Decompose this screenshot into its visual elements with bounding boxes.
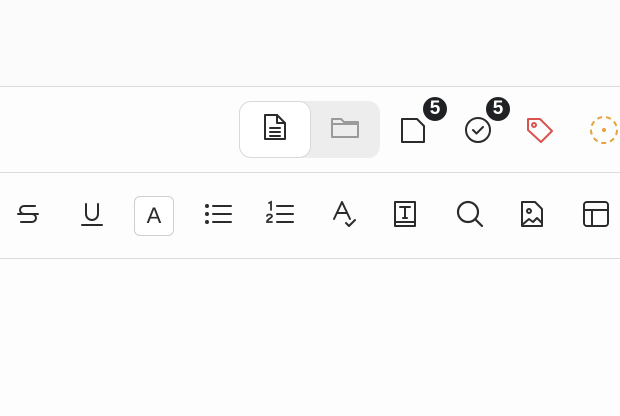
text-style-button[interactable] xyxy=(385,196,425,236)
strikethrough-button[interactable] xyxy=(8,196,48,236)
insert-image-button[interactable] xyxy=(512,196,552,236)
tag-icon xyxy=(524,114,556,146)
underline-icon xyxy=(79,200,105,233)
table-icon xyxy=(582,200,610,233)
notes-count-badge: 5 xyxy=(421,95,449,123)
search-button[interactable] xyxy=(450,196,490,236)
font-color-button[interactable]: A xyxy=(134,196,174,236)
image-icon xyxy=(519,199,545,234)
view-toggle xyxy=(239,101,380,158)
numbered-list-icon xyxy=(265,200,295,233)
underline-button[interactable] xyxy=(72,196,112,236)
document-icon xyxy=(262,112,288,147)
tags-button[interactable] xyxy=(524,114,556,146)
spell-check-button[interactable] xyxy=(325,196,365,236)
notes-button[interactable] xyxy=(398,115,428,145)
text-style-icon xyxy=(392,199,418,234)
document-view-button[interactable] xyxy=(239,101,311,158)
status-button[interactable] xyxy=(588,114,620,146)
folder-icon xyxy=(330,115,360,144)
insert-table-button[interactable] xyxy=(576,196,616,236)
spell-check-icon xyxy=(331,199,359,234)
search-icon xyxy=(455,199,485,234)
folder-view-button[interactable] xyxy=(309,101,381,158)
font-color-icon: A xyxy=(146,203,162,228)
tasks-count-badge: 5 xyxy=(484,95,512,123)
strikethrough-icon xyxy=(15,200,41,233)
bullet-list-button[interactable] xyxy=(198,196,238,236)
top-strip xyxy=(0,0,620,87)
bullet-list-icon xyxy=(203,201,233,232)
dashed-circle-icon xyxy=(588,114,620,146)
page-icon xyxy=(399,115,427,145)
numbered-list-button[interactable] xyxy=(260,196,300,236)
